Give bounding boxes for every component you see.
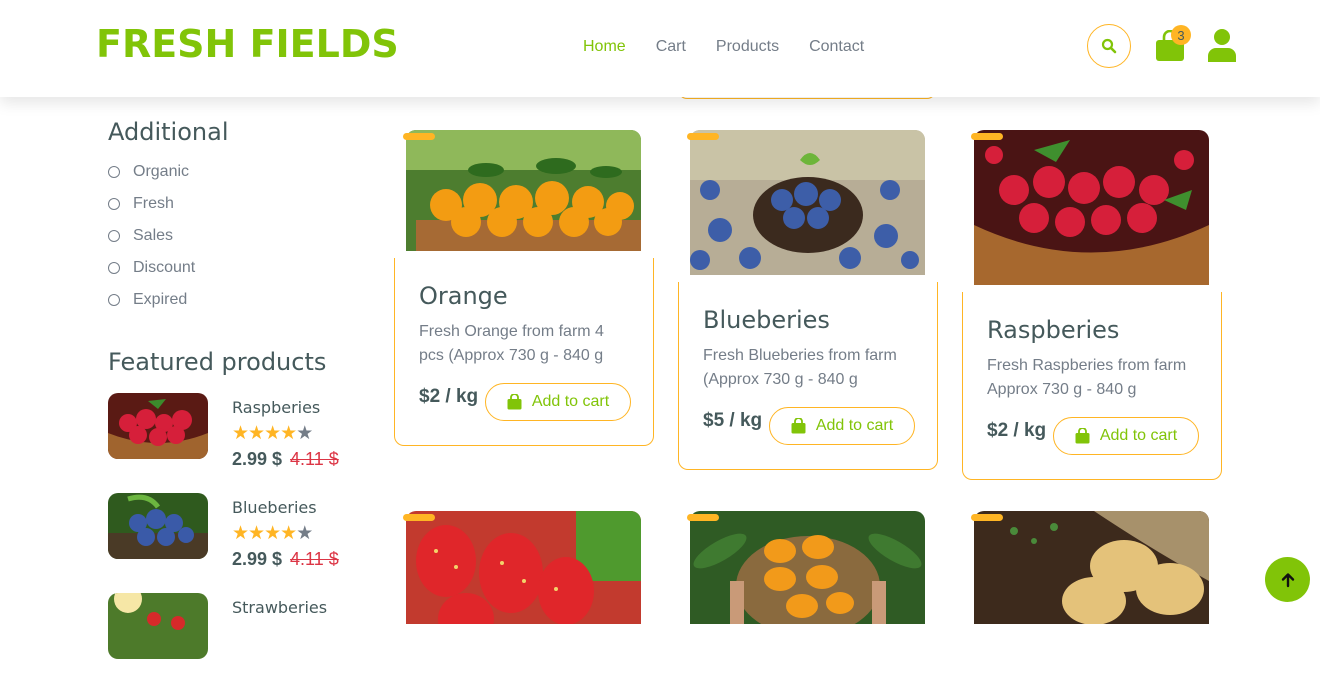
featured-name[interactable]: Raspberies — [232, 398, 320, 417]
top-navbar: FRESH FIELDS Home Cart Products Contact … — [0, 0, 1320, 97]
product-tag — [403, 514, 435, 521]
product-description: Fresh Raspberies from farm Approx 730 g … — [987, 357, 1187, 398]
option-label: Fresh — [133, 195, 174, 212]
product-tag — [971, 514, 1003, 521]
option-sales[interactable]: Sales — [108, 220, 368, 252]
additional-options: Organic Fresh Sales Discount Expired — [108, 156, 368, 316]
star-icon: ★ — [296, 423, 313, 444]
brand-logo[interactable]: FRESH FIELDS — [96, 22, 399, 66]
star-icon: ★ — [232, 523, 249, 544]
cart-count-badge: 3 — [1171, 25, 1191, 45]
add-to-cart-button[interactable]: Add to cart — [485, 383, 631, 421]
product-card — [678, 511, 938, 624]
current-price: 2.99 $ — [232, 449, 283, 469]
blueberries-thumbnail[interactable] — [108, 493, 208, 559]
product-tag — [403, 133, 435, 140]
option-label: Discount — [133, 259, 196, 276]
product-card: Blueberies Fresh Blueberies from farm (A… — [678, 130, 938, 470]
nav-products[interactable]: Products — [716, 38, 779, 56]
rating-stars: ★★★★★ — [232, 522, 313, 545]
featured-name[interactable]: Blueberies — [232, 498, 317, 517]
product-price: $5 / kg — [703, 410, 763, 431]
button-label: Add to cart — [531, 393, 610, 410]
product-title[interactable]: Orange — [419, 282, 508, 310]
nav-home[interactable]: Home — [583, 38, 626, 56]
option-fresh[interactable]: Fresh — [108, 188, 368, 220]
nav-cart[interactable]: Cart — [656, 38, 686, 56]
product-description: Fresh Orange from farm 4 pcs (Approx 730… — [419, 323, 604, 364]
product-card-body: Orange Fresh Orange from farm 4 pcs (App… — [394, 258, 654, 446]
shopping-bag-icon — [791, 418, 806, 434]
orange-image[interactable] — [406, 130, 641, 251]
option-organic[interactable]: Organic — [108, 156, 368, 188]
product-tag — [971, 133, 1003, 140]
mangoes-image[interactable] — [690, 511, 925, 624]
featured-name[interactable]: Strawberies — [232, 598, 327, 617]
product-card-body: Blueberies Fresh Blueberies from farm (A… — [678, 282, 938, 470]
product-title[interactable]: Raspberies — [987, 316, 1119, 344]
button-label: Add to cart — [1099, 427, 1178, 444]
additional-title: Additional — [108, 118, 229, 146]
filter-sidebar: Additional Organic Fresh Sales Discount … — [108, 118, 368, 659]
add-to-cart-button[interactable]: Add to cart — [1053, 417, 1199, 455]
option-expired[interactable]: Expired — [108, 284, 368, 316]
radio-button[interactable] — [108, 262, 120, 274]
search-button[interactable] — [1087, 24, 1131, 68]
potatoes-image[interactable] — [974, 511, 1209, 624]
rating-stars: ★★★★★ — [232, 422, 313, 445]
arrow-up-icon — [1281, 572, 1294, 587]
radio-button[interactable] — [108, 230, 120, 242]
product-card — [394, 511, 654, 624]
product-card — [962, 511, 1222, 624]
back-to-top-button[interactable] — [1265, 557, 1310, 602]
shopping-bag-icon — [507, 394, 522, 410]
raspberries-thumbnail[interactable] — [108, 393, 208, 459]
star-icon: ★ — [280, 523, 297, 544]
old-price: 4.11 $ — [290, 549, 339, 569]
featured-item[interactable]: Blueberies ★★★★★ 2.99 $4.11 $ — [108, 493, 368, 583]
current-price: 2.99 $ — [232, 549, 283, 569]
nav-contact[interactable]: Contact — [809, 38, 864, 56]
product-card-body: Raspberies Fresh Raspberies from farm Ap… — [962, 292, 1222, 480]
featured-price: 2.99 $ 4.11 $ — [232, 549, 339, 570]
product-card: Orange Fresh Orange from farm 4 pcs (App… — [394, 130, 654, 446]
product-price: $2 / kg — [419, 386, 479, 407]
strawberries-thumbnail[interactable] — [108, 593, 208, 659]
product-title[interactable]: Blueberies — [703, 306, 830, 334]
radio-button[interactable] — [108, 294, 120, 306]
radio-button[interactable] — [108, 198, 120, 210]
product-card: Raspberies Fresh Raspberies from farm Ap… — [962, 130, 1222, 480]
featured-item[interactable]: Strawberies — [108, 593, 368, 683]
star-icon: ★ — [232, 423, 249, 444]
featured-title: Featured products — [108, 348, 327, 376]
star-icon: ★ — [280, 423, 297, 444]
radio-button[interactable] — [108, 166, 120, 178]
add-to-cart-button[interactable]: Add to cart — [769, 407, 915, 445]
star-icon: ★ — [296, 523, 313, 544]
option-label: Expired — [133, 291, 188, 308]
old-price: 4.11 $ — [290, 449, 339, 469]
search-icon — [1101, 38, 1117, 54]
button-label: Add to cart — [815, 417, 894, 434]
featured-item[interactable]: Raspberies ★★★★★ 2.99 $4.11 $ — [108, 393, 368, 483]
star-icon: ★ — [248, 423, 265, 444]
product-description: Fresh Blueberies from farm (Approx 730 g… — [703, 347, 897, 388]
option-discount[interactable]: Discount — [108, 252, 368, 284]
shopping-bag-icon — [1075, 428, 1090, 444]
blueberries-image[interactable] — [690, 130, 925, 275]
product-tag — [687, 133, 719, 140]
raspberries-image[interactable] — [974, 130, 1209, 285]
user-icon[interactable] — [1207, 28, 1237, 62]
option-label: Sales — [133, 227, 174, 244]
main-nav: Home Cart Products Contact — [583, 38, 864, 56]
star-icon: ★ — [248, 523, 265, 544]
product-price: $2 / kg — [987, 420, 1047, 441]
featured-price: 2.99 $ 4.11 $ — [232, 449, 339, 470]
star-icon: ★ — [264, 523, 281, 544]
strawberries-image[interactable] — [406, 511, 641, 624]
option-label: Organic — [133, 163, 190, 180]
star-icon: ★ — [264, 423, 281, 444]
product-tag — [687, 514, 719, 521]
